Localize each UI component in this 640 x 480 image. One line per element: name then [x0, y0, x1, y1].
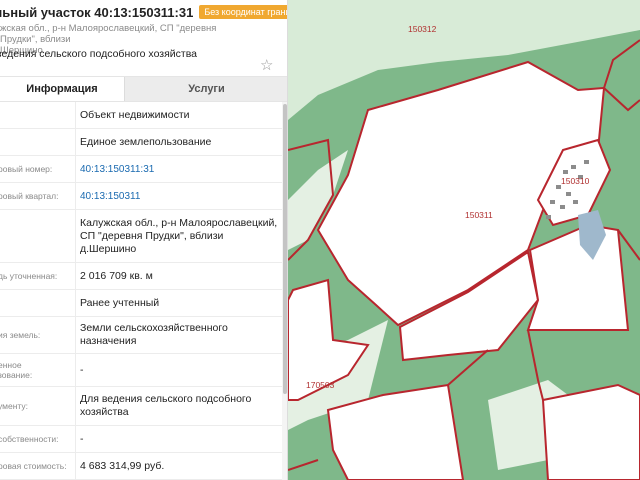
table-row: Единое землепользование: [0, 129, 282, 156]
permitted-use-value: -: [80, 363, 84, 376]
status-value: Ранее учтенный: [80, 296, 160, 309]
table-row: ументу: Для ведения сельского подсобного…: [0, 387, 282, 426]
table-row: ровая стоимость: 4 683 314,99 руб.: [0, 453, 282, 480]
table-row: Калужская обл., р-н Малоярославецкий, СП…: [0, 210, 282, 263]
tab-info[interactable]: Информация: [0, 77, 124, 101]
tab-bar: Информация Услуги: [0, 76, 287, 102]
cadastral-map[interactable]: 150312 150310 150311 170503: [288, 0, 640, 480]
table-row: ровый квартал: 40:13:150311: [0, 183, 282, 210]
quarter-label-150312: 150312: [408, 24, 437, 34]
row-label-permitted-use: енное зование:: [0, 354, 76, 386]
document-use-value: Для ведения сельского подсобного хозяйст…: [80, 393, 252, 418]
address-line-1: жская обл., р-н Малоярославецкий, СП "де…: [0, 23, 217, 45]
row-label-cadastral-quarter: ровый квартал:: [0, 183, 76, 209]
row-label-area: дь уточненная:: [0, 263, 76, 289]
quarter-label-170503: 170503: [306, 380, 335, 390]
cadastral-quarter-link[interactable]: 40:13:150311: [76, 183, 282, 209]
table-row: енное зование: -: [0, 354, 282, 387]
quarter-label-150311: 150311: [465, 210, 493, 220]
tab-services[interactable]: Услуги: [124, 77, 287, 101]
parcel-bottom-right[interactable]: [541, 383, 640, 480]
row-label-cadastral-number: ровый номер:: [0, 156, 76, 182]
status-badge: Без координат границ: [199, 5, 287, 19]
area-value: 2 016 709 кв. м: [80, 269, 153, 282]
table-row: Объект недвижимости: [0, 102, 282, 129]
cadastral-value: 4 683 314,99 руб.: [80, 459, 165, 472]
object-subtype-value: Единое землепользование: [80, 135, 212, 148]
table-row: Ранее учтенный: [0, 290, 282, 317]
object-type-value: Объект недвижимости: [80, 108, 190, 121]
table-row: дь уточненная: 2 016 709 кв. м: [0, 263, 282, 290]
title-row: льный участок 40:13:150311:31 Без коорди…: [0, 3, 287, 21]
info-table: Объект недвижимости Единое землепользова…: [0, 102, 282, 480]
land-category-value: Земли сельскохозяйственного назначения: [80, 322, 228, 347]
table-row: собственности: -: [0, 426, 282, 453]
page-title: льный участок 40:13:150311:31: [0, 4, 194, 20]
info-panel: льный участок 40:13:150311:31 Без коорди…: [0, 0, 288, 480]
scrollbar-thumb[interactable]: [283, 104, 287, 394]
row-label-cadastral-value: ровая стоимость:: [0, 453, 76, 479]
row-label: [0, 129, 76, 155]
map-canvas: [288, 0, 640, 480]
cadastral-number-link[interactable]: 40:13:150311:31: [76, 156, 282, 182]
favorite-star-icon[interactable]: ☆: [260, 58, 273, 74]
address-value: Калужская обл., р-н Малоярославецкий, СП…: [80, 216, 278, 255]
table-row: ия земель: Земли сельскохозяйственного н…: [0, 317, 282, 354]
table-row: ровый номер: 40:13:150311:31: [0, 156, 282, 183]
row-label: [0, 102, 76, 128]
row-label: [0, 210, 76, 262]
row-label: [0, 290, 76, 316]
quarter-label-150310: 150310: [561, 176, 590, 186]
row-label-by-document: ументу:: [0, 387, 76, 425]
row-label-ownership: собственности:: [0, 426, 76, 452]
land-purpose: ведения сельского подсобного хозяйства: [0, 48, 198, 60]
row-label-land-category: ия земель:: [0, 317, 76, 353]
ownership-value: -: [80, 432, 84, 445]
